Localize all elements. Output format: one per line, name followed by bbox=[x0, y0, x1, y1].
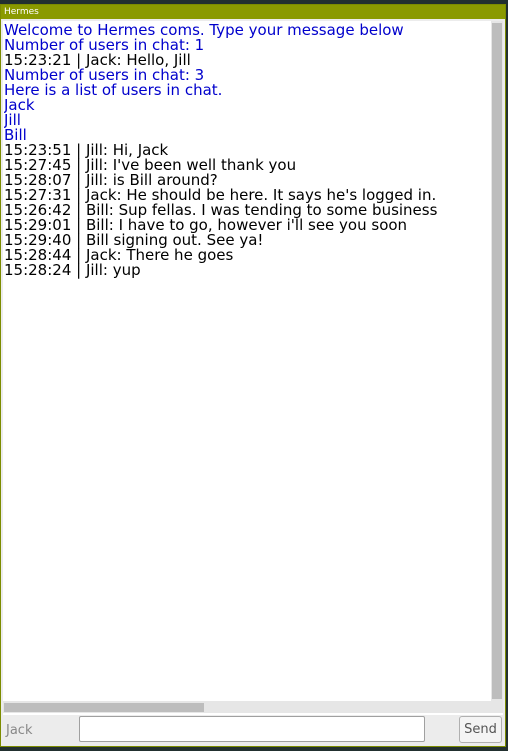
system-message-line: Here is a list of users in chat. bbox=[4, 81, 223, 99]
hermes-window: Hermes Welcome to Hermes coms. Type your… bbox=[0, 4, 506, 747]
vertical-scrollbar-thumb[interactable] bbox=[492, 23, 502, 699]
chat-log-panel[interactable]: Welcome to Hermes coms. Type your messag… bbox=[3, 21, 503, 715]
system-message-line: Jill bbox=[4, 111, 21, 129]
message-input[interactable] bbox=[79, 716, 425, 742]
horizontal-scrollbar-thumb[interactable] bbox=[4, 703, 204, 712]
window-title[interactable]: Hermes bbox=[1, 5, 505, 19]
vertical-scrollbar[interactable] bbox=[491, 21, 503, 701]
send-button[interactable]: Send bbox=[459, 716, 502, 743]
username-label: Jack bbox=[6, 723, 33, 738]
message-bar: Jack Send bbox=[1, 713, 505, 747]
chat-log: Welcome to Hermes coms. Type your messag… bbox=[4, 23, 490, 699]
chat-message-line: 15:28:24 | Jill: yup bbox=[4, 261, 141, 279]
scrollbar-corner bbox=[491, 701, 503, 713]
system-message-line: Jack bbox=[4, 96, 35, 114]
horizontal-scrollbar[interactable] bbox=[3, 701, 491, 713]
